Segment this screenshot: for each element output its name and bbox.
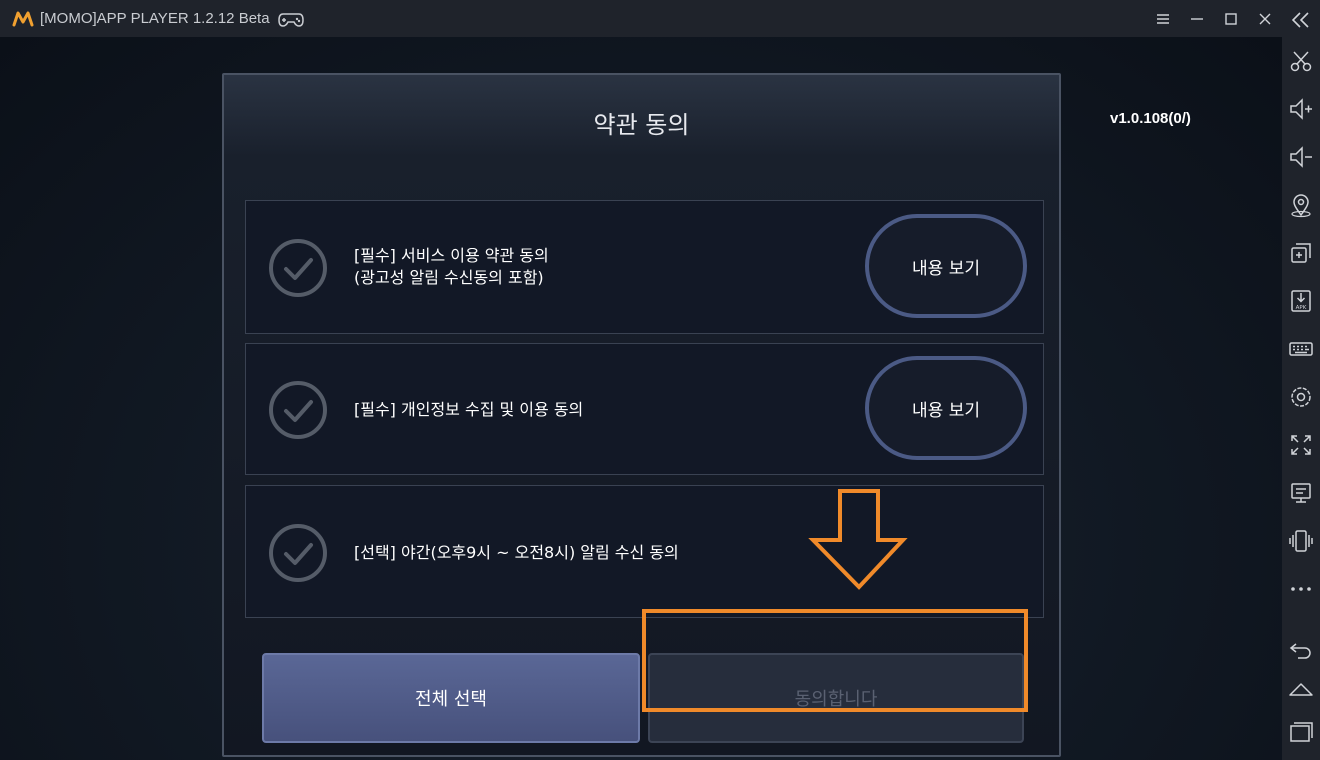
home-icon [1289,683,1313,696]
collapse-toolbar-button[interactable] [1282,1,1320,39]
terms-item-privacy[interactable]: [필수] 개인정보 수집 및 이용 동의 내용 보기 [245,343,1044,475]
home-button[interactable] [1282,670,1320,708]
side-toolbar: APK [1282,0,1320,760]
settings-button[interactable] [1282,378,1320,416]
recent-apps-icon [1290,722,1313,742]
shake-button[interactable] [1282,522,1320,560]
more-icon [1291,587,1311,591]
dialog-title: 약관 동의 [593,111,690,139]
view-content-button[interactable]: 내용 보기 [865,214,1027,318]
terms-item-night-notification[interactable]: [선택] 야간(오후9시 ~ 오전8시) 알림 수신 동의 [245,485,1044,618]
annotation-down-arrow-icon [808,489,908,590]
apk-install-icon: APK [1291,290,1311,312]
location-button[interactable] [1282,186,1320,224]
volume-up-button[interactable] [1282,90,1320,128]
more-button[interactable] [1282,570,1320,608]
check-circle-icon[interactable] [268,238,328,298]
keyboard-button[interactable] [1282,330,1320,368]
maximize-button[interactable] [1214,0,1248,37]
menu-icon [1157,13,1169,24]
screen-icon [1291,483,1311,503]
close-button[interactable] [1248,0,1282,37]
back-button[interactable] [1282,630,1320,668]
terms-item-label: [필수] 서비스 이용 약관 동의 (광고성 알림 수신동의 포함) [354,245,549,289]
annotation-highlight-box [642,609,1028,712]
screen-button[interactable] [1282,474,1320,512]
window-title: [MOMO]APP PLAYER 1.2.12 Beta [40,10,270,27]
volume-down-button[interactable] [1282,138,1320,176]
gamepad-icon[interactable] [277,10,304,28]
select-all-button[interactable]: 전체 선택 [262,653,640,743]
apk-install-button[interactable]: APK [1282,282,1320,320]
version-label: v1.0.108(0/) [1110,110,1191,127]
minimize-icon [1191,17,1203,20]
svg-text:APK: APK [1296,305,1307,311]
menu-button[interactable] [1146,0,1180,37]
collapse-icon [1291,12,1309,28]
volume-down-icon [1290,146,1312,168]
terms-item-line2: (광고성 알림 수신동의 포함) [354,268,544,287]
check-circle-icon[interactable] [268,380,328,440]
keyboard-icon [1289,342,1313,356]
volume-up-icon [1290,98,1312,120]
multi-instance-button[interactable] [1282,234,1320,272]
multi-instance-icon [1291,243,1311,263]
maximize-icon [1225,12,1237,25]
fullscreen-icon [1291,435,1311,455]
settings-icon [1291,387,1311,407]
close-icon [1259,13,1271,24]
terms-item-service[interactable]: [필수] 서비스 이용 약관 동의 (광고성 알림 수신동의 포함) 내용 보기 [245,200,1044,334]
momo-logo-icon [12,11,34,26]
view-content-button[interactable]: 내용 보기 [865,356,1027,460]
shake-icon [1289,530,1313,552]
terms-item-line1: [필수] 서비스 이용 약관 동의 [354,246,549,265]
minimize-button[interactable] [1180,0,1214,37]
terms-item-line1: [필수] 개인정보 수집 및 이용 동의 [354,400,584,419]
title-bar: [MOMO]APP PLAYER 1.2.12 Beta [0,0,1282,37]
screenshot-button[interactable] [1282,42,1320,80]
terms-item-line1: [선택] 야간(오후9시 ~ 오전8시) 알림 수신 동의 [354,543,679,562]
emulator-screen: v1.0.108(0/) 약관 동의 [필수] 서비스 이용 약관 동의 (광고… [0,37,1282,760]
check-circle-icon[interactable] [268,523,328,583]
location-icon [1291,194,1311,218]
recent-apps-button[interactable] [1282,712,1320,750]
fullscreen-button[interactable] [1282,426,1320,464]
scissors-icon [1290,51,1312,72]
back-icon [1289,643,1311,659]
